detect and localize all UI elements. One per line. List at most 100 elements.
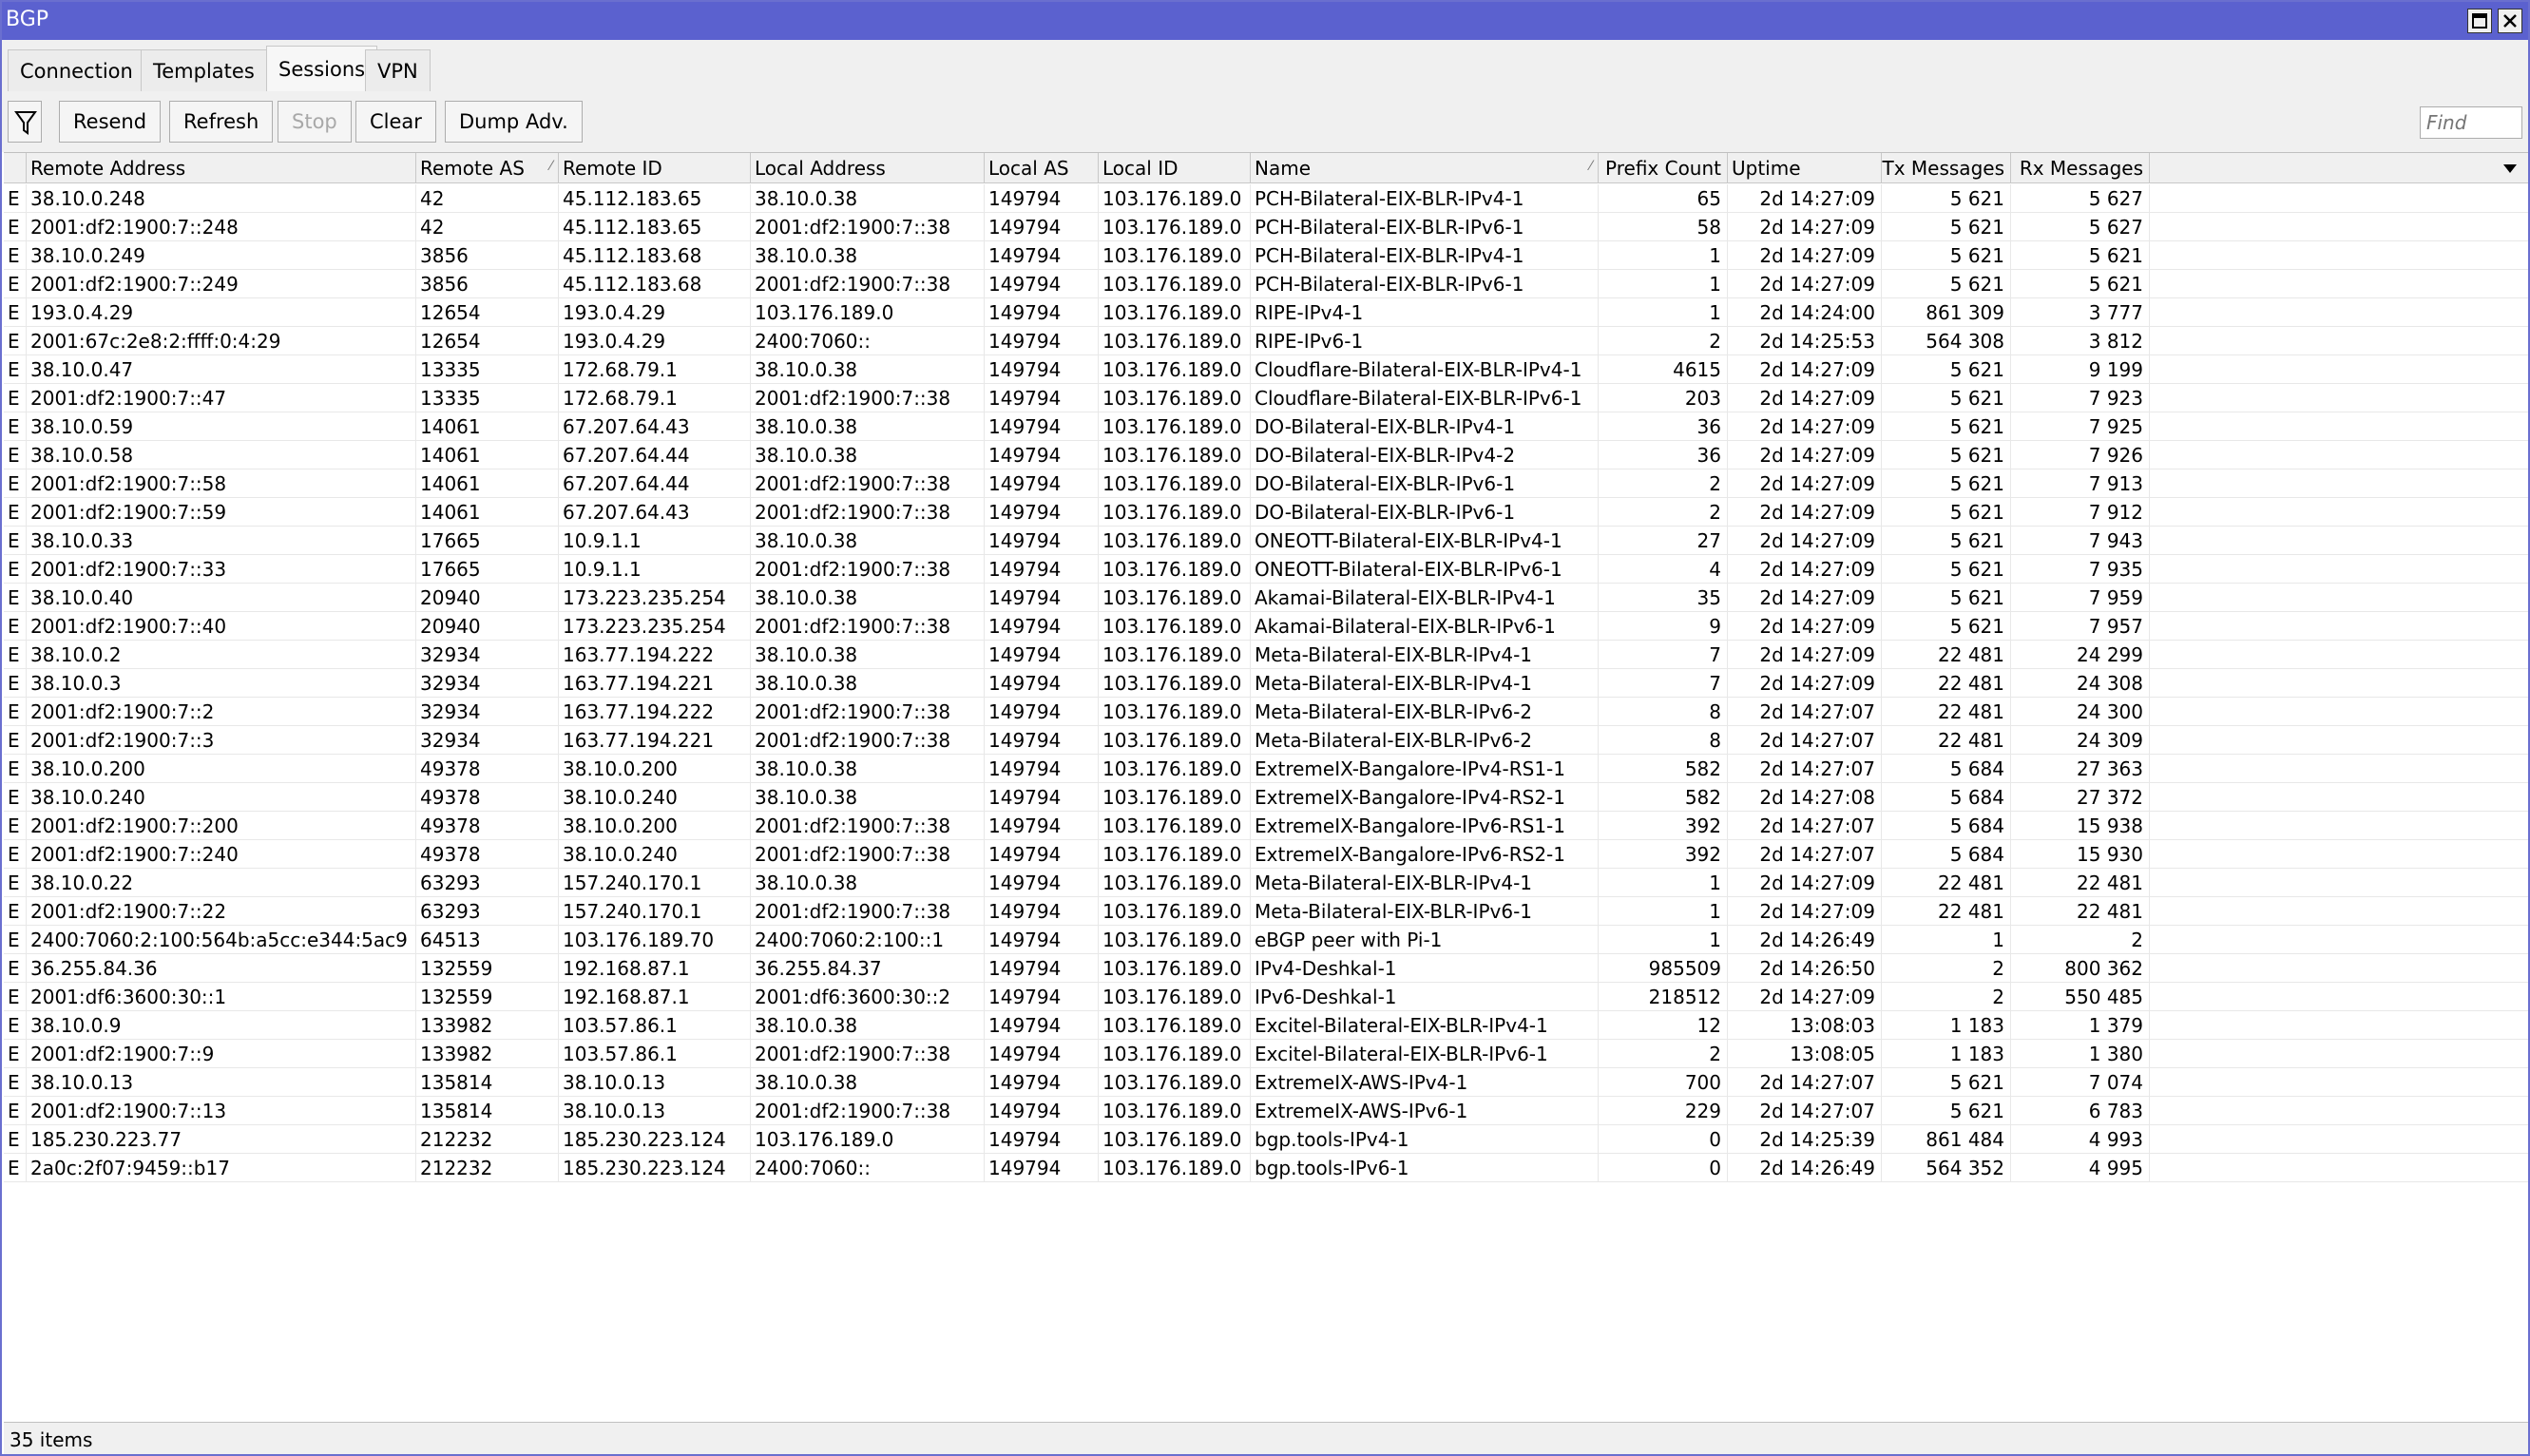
bgp-window: BGP Connection Templates Sessions VPN Resen… (0, 0, 2530, 1456)
table-row[interactable]: E 38.10.0.3 32934 163.77.194.221 38.10.0.38 1… (4, 669, 2528, 698)
table-row[interactable]: E 2001:df2:1900:7::200 49378 38.10.0.200 200… (4, 812, 2528, 840)
dump-adv-button[interactable]: Dump Adv. (445, 101, 583, 143)
cell-local-address: 38.10.0.38 (751, 412, 985, 441)
cell-local-as: 149794 (985, 726, 1099, 755)
column-header-prefix-count[interactable]: Prefix Count (1599, 153, 1728, 183)
cell-remote-address: 2001:df2:1900:7::58 (27, 469, 416, 498)
table-row[interactable]: E 2001:df2:1900:7::58 14061 67.207.64.44 200… (4, 469, 2528, 498)
cell-name: DO-Bilateral-EIX-BLR-IPv6-1 (1251, 498, 1599, 527)
cell-remote-as: 135814 (416, 1068, 559, 1097)
table-row[interactable]: E 38.10.0.9 133982 103.57.86.1 38.10.0.38 149… (4, 1011, 2528, 1040)
cell-tx-messages: 22 481 (1882, 897, 2011, 926)
close-icon[interactable] (2498, 9, 2522, 33)
column-header-local-as[interactable]: Local AS (985, 153, 1099, 183)
tab-templates[interactable]: Templates (141, 49, 267, 91)
refresh-button[interactable]: Refresh (169, 101, 274, 143)
cell-local-address: 2001:df2:1900:7::38 (751, 612, 985, 641)
column-header-remote-as[interactable]: Remote AS ⁄ (416, 153, 559, 183)
tab-connection[interactable]: Connection (8, 49, 145, 91)
table-row[interactable]: E 38.10.0.58 14061 67.207.64.44 38.10.0.38 14… (4, 441, 2528, 469)
column-header-name[interactable]: Name ⁄ (1251, 153, 1599, 183)
table-row[interactable]: E 38.10.0.248 42 45.112.183.65 38.10.0.38 149… (4, 184, 2528, 213)
cell-flags: E (4, 584, 27, 612)
column-header-tx-messages[interactable]: Tx Messages (1882, 153, 2011, 183)
table-row[interactable]: E 36.255.84.36 132559 192.168.87.1 36.255.84… (4, 954, 2528, 983)
table-row[interactable]: E 2001:df2:1900:7::240 49378 38.10.0.240 200… (4, 840, 2528, 869)
cell-local-address: 38.10.0.38 (751, 1068, 985, 1097)
table-row[interactable]: E 2001:df2:1900:7::40 20940 173.223.235.254… (4, 612, 2528, 641)
column-header-flags[interactable] (4, 153, 27, 183)
column-menu-icon[interactable] (2498, 157, 2522, 180)
cell-rx-messages: 7 935 (2011, 555, 2150, 584)
table-row[interactable]: E 38.10.0.33 17665 10.9.1.1 38.10.0.38 149794… (4, 527, 2528, 555)
cell-prefix-count: 1 (1599, 241, 1728, 270)
column-header-uptime[interactable]: Uptime (1728, 153, 1882, 183)
table-row[interactable]: E 2001:df2:1900:7::22 63293 157.240.170.1 20… (4, 897, 2528, 926)
cell-uptime: 2d 14:27:09 (1728, 441, 1882, 469)
cell-name: Akamai-Bilateral-EIX-BLR-IPv6-1 (1251, 612, 1599, 641)
cell-remote-as: 49378 (416, 840, 559, 869)
cell-rx-messages: 24 300 (2011, 698, 2150, 726)
table-row[interactable]: E 2001:df6:3600:30::1 132559 192.168.87.1 20… (4, 983, 2528, 1011)
resend-button[interactable]: Resend (59, 101, 162, 143)
table-row[interactable]: E 2a0c:2f07:9459::b17 212232 185.230.223.12… (4, 1154, 2528, 1182)
filter-button[interactable] (8, 101, 42, 143)
cell-remote-id: 10.9.1.1 (559, 527, 751, 555)
table-row[interactable]: E 38.10.0.59 14061 67.207.64.43 38.10.0.38 14… (4, 412, 2528, 441)
cell-prefix-count: 27 (1599, 527, 1728, 555)
table-row[interactable]: E 2001:df2:1900:7::3 32934 163.77.194.221 20… (4, 726, 2528, 755)
cell-rx-messages: 3 777 (2011, 298, 2150, 327)
clear-button[interactable]: Clear (355, 101, 436, 143)
tab-vpn[interactable]: VPN (365, 49, 431, 91)
cell-flags: E (4, 241, 27, 270)
table-row[interactable]: E 2001:df2:1900:7::249 3856 45.112.183.68 20… (4, 270, 2528, 298)
cell-local-as: 149794 (985, 213, 1099, 241)
table-row[interactable]: E 2001:df2:1900:7::13 135814 38.10.0.13 2001… (4, 1097, 2528, 1125)
table-row[interactable]: E 2001:df2:1900:7::47 13335 172.68.79.1 2001… (4, 384, 2528, 412)
cell-flags: E (4, 327, 27, 355)
cell-remote-as: 32934 (416, 698, 559, 726)
cell-local-as: 149794 (985, 954, 1099, 983)
cell-remote-as: 12654 (416, 298, 559, 327)
table-row[interactable]: E 2001:df2:1900:7::9 133982 103.57.86.1 2001… (4, 1040, 2528, 1068)
cell-remote-id: 45.112.183.68 (559, 241, 751, 270)
cell-local-address: 2400:7060:2:100::1 (751, 926, 985, 954)
table-row[interactable]: E 38.10.0.13 135814 38.10.0.13 38.10.0.38 149… (4, 1068, 2528, 1097)
tab-sessions[interactable]: Sessions (266, 46, 378, 91)
column-header-rx-messages[interactable]: Rx Messages (2011, 153, 2150, 183)
table-row[interactable]: E 193.0.4.29 12654 193.0.4.29 103.176.189.0 1… (4, 298, 2528, 327)
cell-remote-id: 67.207.64.44 (559, 469, 751, 498)
table-row[interactable]: E 2400:7060:2:100:564b:a5cc:e344:5ac9 6451… (4, 926, 2528, 954)
cell-remote-id: 192.168.87.1 (559, 983, 751, 1011)
column-header-local-address[interactable]: Local Address (751, 153, 985, 183)
table-row[interactable]: E 38.10.0.40 20940 173.223.235.254 38.10.0.3… (4, 584, 2528, 612)
stop-button[interactable]: Stop (278, 101, 352, 143)
cell-remote-id: 45.112.183.68 (559, 270, 751, 298)
table-row[interactable]: E 2001:67c:2e8:2:ffff:0:4:29 12654 193.0.4.… (4, 327, 2528, 355)
table-row[interactable]: E 38.10.0.200 49378 38.10.0.200 38.10.0.38 14… (4, 755, 2528, 783)
cell-remote-as: 32934 (416, 669, 559, 698)
table-row[interactable]: E 2001:df2:1900:7::59 14061 67.207.64.43 200… (4, 498, 2528, 527)
table-row[interactable]: E 38.10.0.22 63293 157.240.170.1 38.10.0.38 1… (4, 869, 2528, 897)
column-header-local-id[interactable]: Local ID (1099, 153, 1251, 183)
table-row[interactable]: E 2001:df2:1900:7::248 42 45.112.183.65 2001… (4, 213, 2528, 241)
cell-local-id: 103.176.189.0 (1099, 298, 1251, 327)
column-header-remote-id[interactable]: Remote ID (559, 153, 751, 183)
title-bar[interactable]: BGP (2, 2, 2528, 40)
cell-local-as: 149794 (985, 926, 1099, 954)
column-header-remote-address[interactable]: Remote Address (27, 153, 416, 183)
cell-flags: E (4, 726, 27, 755)
cell-remote-as: 63293 (416, 897, 559, 926)
table-row[interactable]: E 38.10.0.47 13335 172.68.79.1 38.10.0.38 149… (4, 355, 2528, 384)
cell-local-as: 149794 (985, 555, 1099, 584)
table-row[interactable]: E 38.10.0.2 32934 163.77.194.222 38.10.0.38 1… (4, 641, 2528, 669)
table-row[interactable]: E 38.10.0.240 49378 38.10.0.240 38.10.0.38 14… (4, 783, 2528, 812)
table-row[interactable]: E 185.230.223.77 212232 185.230.223.124 103.… (4, 1125, 2528, 1154)
table-row[interactable]: E 38.10.0.249 3856 45.112.183.68 38.10.0.38 1… (4, 241, 2528, 270)
table-row[interactable]: E 2001:df2:1900:7::2 32934 163.77.194.222 20… (4, 698, 2528, 726)
restore-icon[interactable] (2467, 9, 2492, 33)
table-row[interactable]: E 2001:df2:1900:7::33 17665 10.9.1.1 2001:df… (4, 555, 2528, 584)
find-input[interactable] (2420, 106, 2522, 139)
cell-remote-address: 2001:df2:1900:7::248 (27, 213, 416, 241)
cell-local-as: 149794 (985, 1011, 1099, 1040)
